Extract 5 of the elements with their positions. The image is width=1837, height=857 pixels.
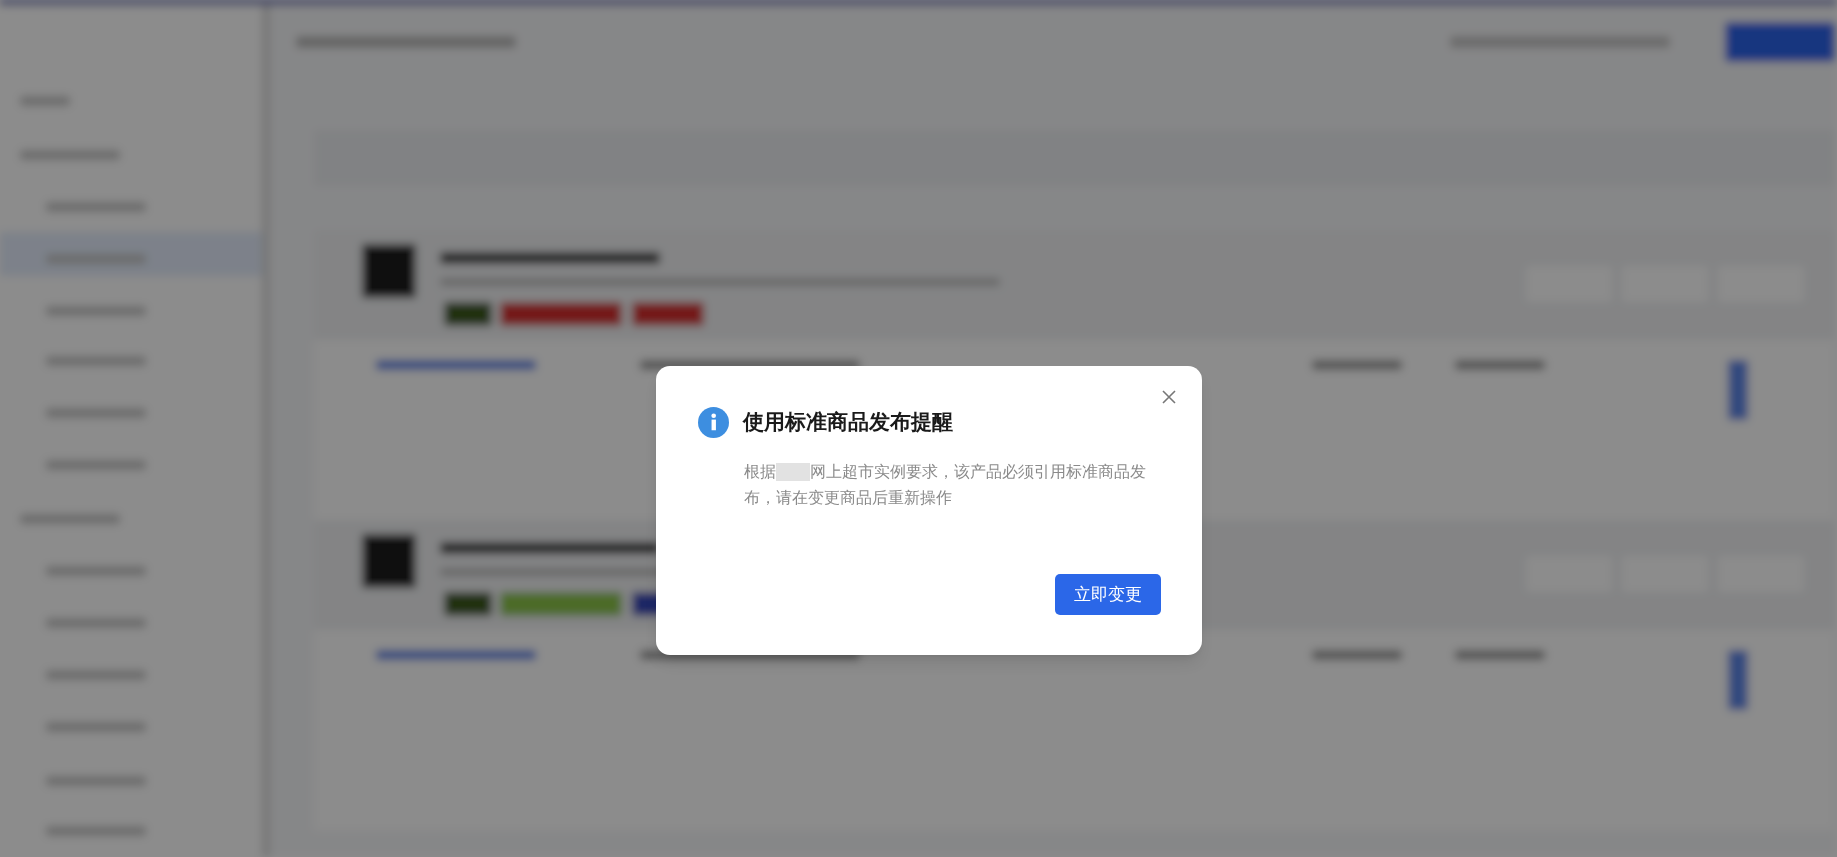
change-now-button[interactable]: 立即变更	[1055, 574, 1161, 615]
dialog-title: 使用标准商品发布提醒	[743, 409, 953, 436]
close-icon[interactable]	[1160, 388, 1178, 406]
dialog-message: 根据 网上超市实例要求，该产品必须引用标准商品发布，请在变更商品后重新操作	[744, 460, 1147, 509]
info-icon	[698, 407, 729, 439]
